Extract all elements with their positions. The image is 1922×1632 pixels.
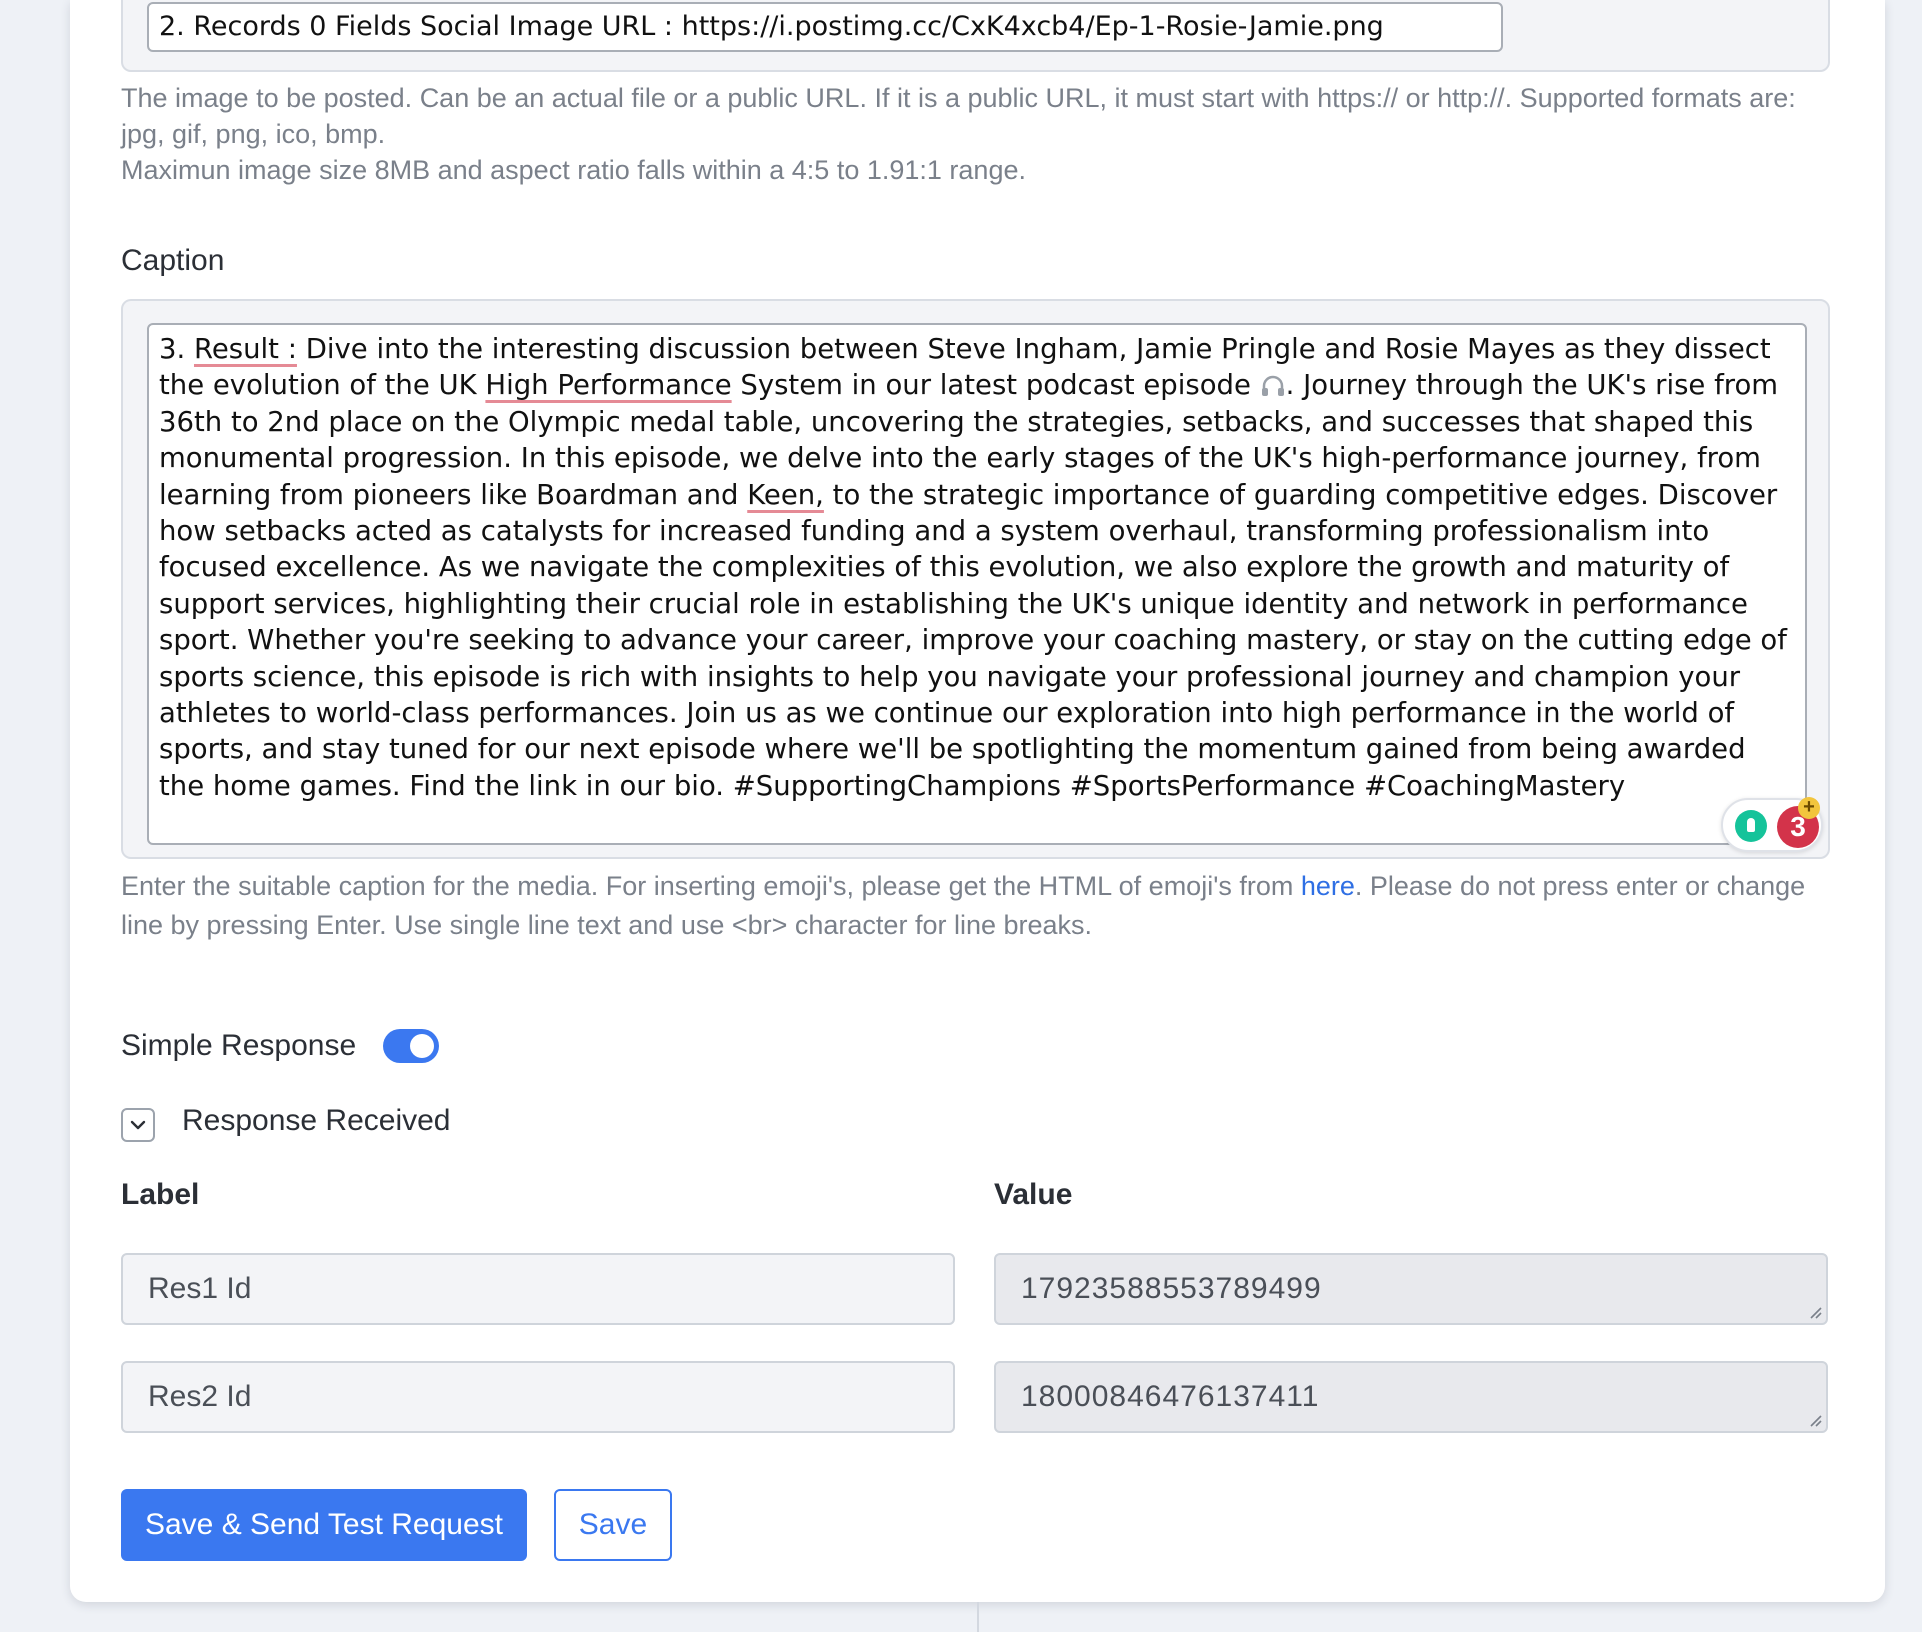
response-received-label: Response Received [182, 1104, 451, 1137]
save-and-send-test-button[interactable]: Save & Send Test Request [121, 1489, 527, 1561]
emoji-help-link[interactable]: here [1301, 871, 1355, 901]
response-collapse-button[interactable] [121, 1108, 155, 1142]
caption-part2: System in our latest podcast episode [731, 369, 1260, 402]
label-column-header: Label [121, 1178, 200, 1211]
response-value-input[interactable]: 17923588553789499 [994, 1253, 1828, 1325]
caption-prefix: 3. [159, 333, 194, 365]
caption-wrapper: 3. Result : Dive into the interesting di… [121, 299, 1830, 859]
headphone-icon [1261, 376, 1284, 397]
response-value-text: 18000846476137411 [1021, 1380, 1320, 1413]
image-help-line1: The image to be posted. Can be an actual… [121, 83, 1796, 149]
caption-spell-high-performance: High Performance [485, 369, 732, 402]
plus-icon: + [1798, 797, 1820, 819]
response-label-input[interactable]: Res1 Id [121, 1253, 955, 1325]
image-help-text: The image to be posted. Can be an actual… [121, 80, 1841, 188]
bulb-icon[interactable] [1735, 810, 1767, 842]
divider-line [977, 1602, 979, 1632]
resize-handle-icon[interactable] [1806, 1411, 1822, 1427]
caption-help-before: Enter the suitable caption for the media… [121, 871, 1301, 901]
value-column-header: Value [994, 1178, 1073, 1211]
simple-response-label: Simple Response [121, 1029, 357, 1062]
save-button[interactable]: Save [554, 1489, 672, 1561]
caption-help-text: Enter the suitable caption for the media… [121, 867, 1841, 945]
image-url-input[interactable]: 2. Records 0 Fields Social Image URL : h… [147, 2, 1503, 52]
simple-response-toggle[interactable] [383, 1029, 439, 1063]
caption-part4: to the strategic importance of guarding … [159, 478, 1787, 802]
caption-spell-keen: Keen, [747, 478, 824, 511]
chevron-down-icon [130, 1120, 146, 1130]
response-label-input[interactable]: Res2 Id [121, 1361, 955, 1433]
response-value-text: 17923588553789499 [1021, 1272, 1322, 1305]
caption-result-token: Result : [193, 333, 297, 365]
resize-handle-icon[interactable] [1806, 1303, 1822, 1319]
response-value-input[interactable]: 18000846476137411 [994, 1361, 1828, 1433]
caption-textarea[interactable]: 3. Result : Dive into the interesting di… [147, 323, 1807, 845]
image-help-line2: Maximun image size 8MB and aspect ratio … [121, 155, 1026, 185]
image-url-wrapper: 2. Records 0 Fields Social Image URL : h… [121, 0, 1830, 72]
toggle-knob [410, 1034, 434, 1058]
caption-label: Caption [121, 244, 225, 277]
